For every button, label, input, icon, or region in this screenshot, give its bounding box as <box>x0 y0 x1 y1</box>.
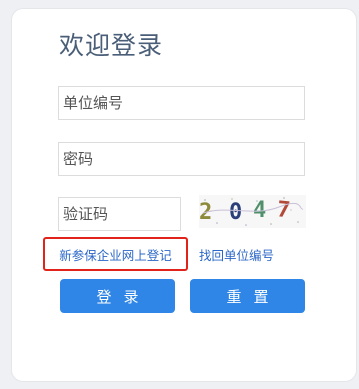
register-link[interactable]: 新参保企业网上登记 <box>43 237 188 271</box>
captcha-input[interactable] <box>58 197 181 231</box>
login-button[interactable]: 登录 <box>60 279 175 313</box>
captcha-glyph: 0 <box>229 200 242 225</box>
captcha-image[interactable]: 2 0 4 7 <box>199 195 306 228</box>
reset-button[interactable]: 重置 <box>190 279 305 313</box>
captcha-glyph: 7 <box>276 197 292 223</box>
unit-code-input[interactable] <box>58 86 305 120</box>
page-title: 欢迎登录 <box>59 31 164 60</box>
password-input[interactable] <box>58 142 305 176</box>
recover-unit-code-link[interactable]: 找回单位编号 <box>199 247 274 265</box>
